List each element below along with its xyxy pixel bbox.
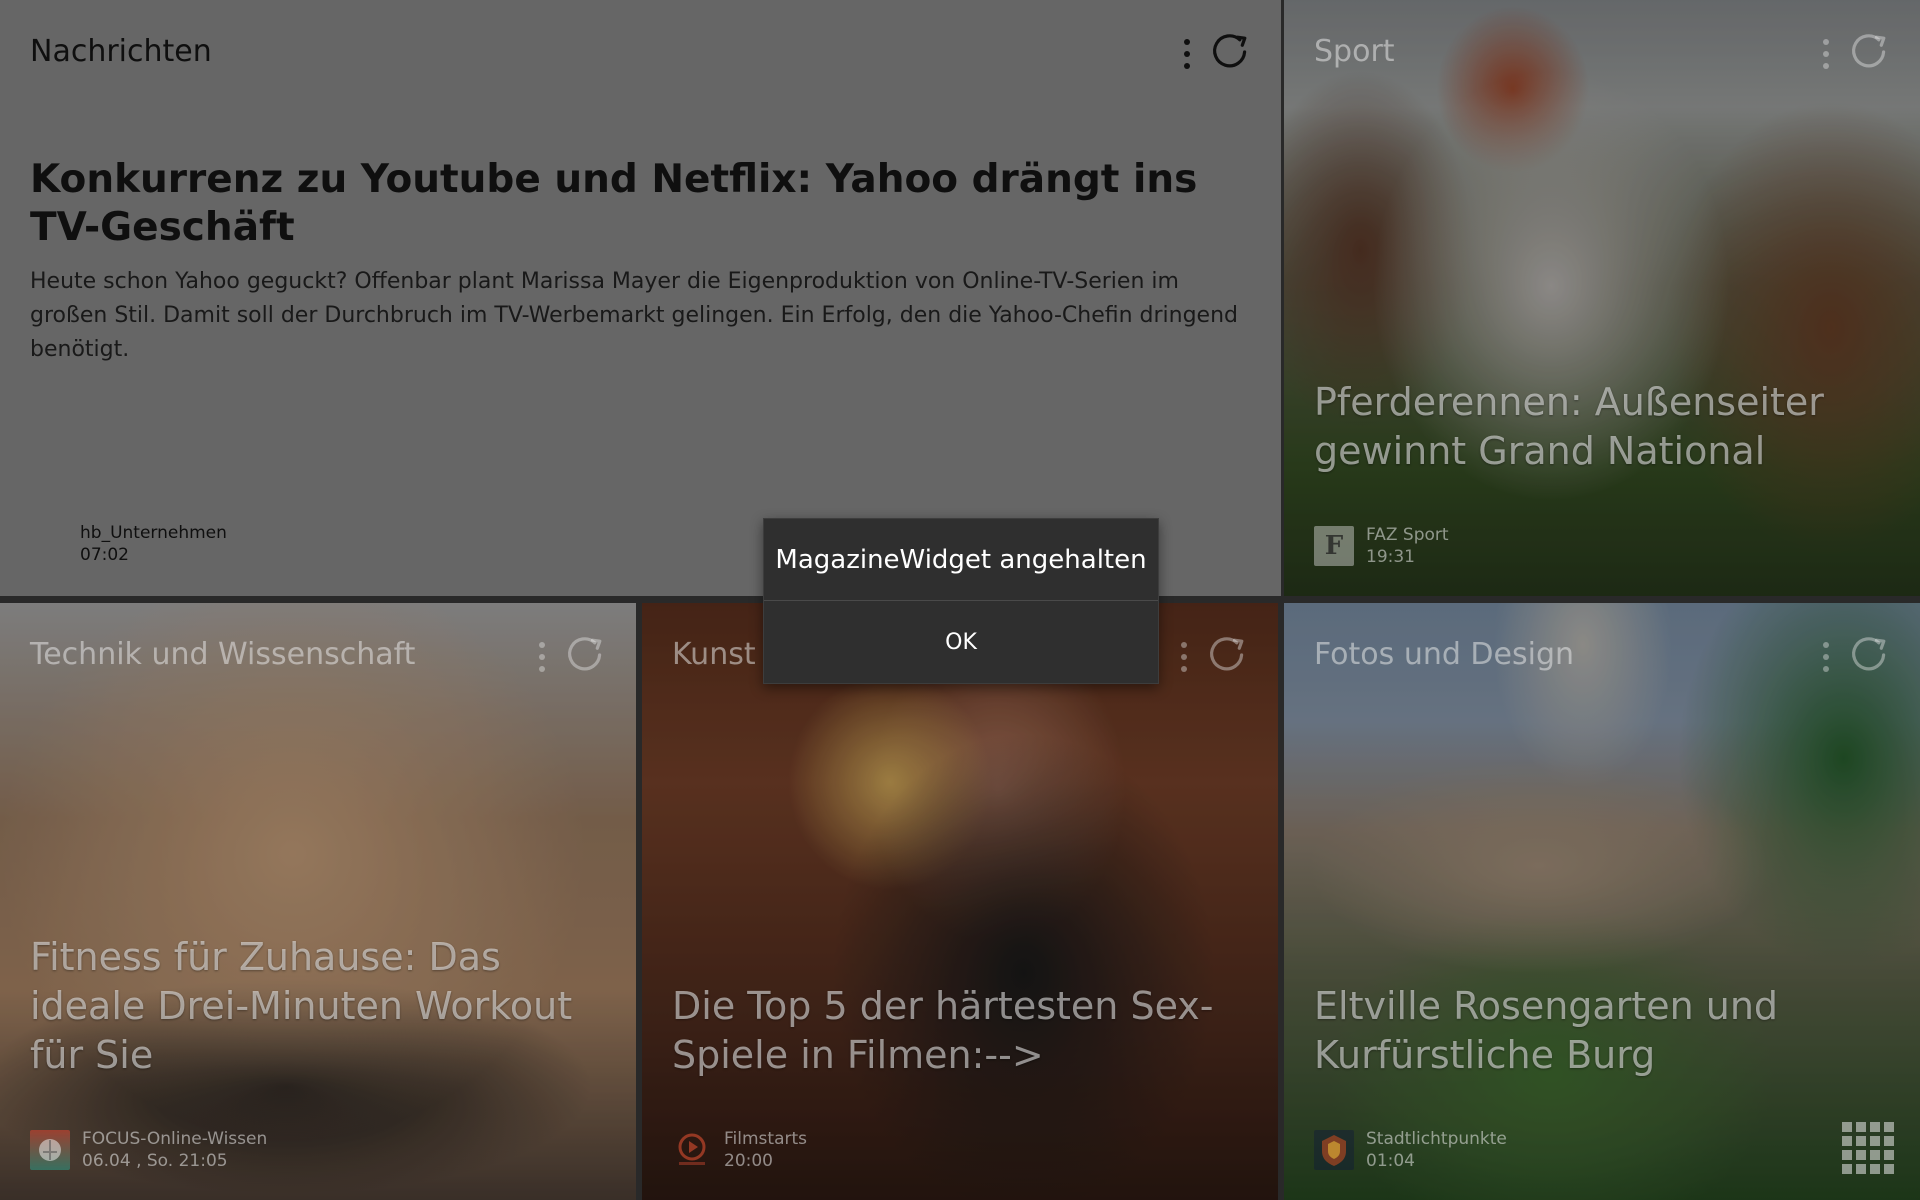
magazine-home-screen: Nachrichten Konkurrenz zu Youtube und Ne… xyxy=(0,0,1920,1200)
dialog-title: MagazineWidget angehalten xyxy=(764,519,1158,601)
ok-button[interactable]: OK xyxy=(764,601,1158,683)
app-stopped-dialog: MagazineWidget angehalten OK xyxy=(763,518,1159,684)
